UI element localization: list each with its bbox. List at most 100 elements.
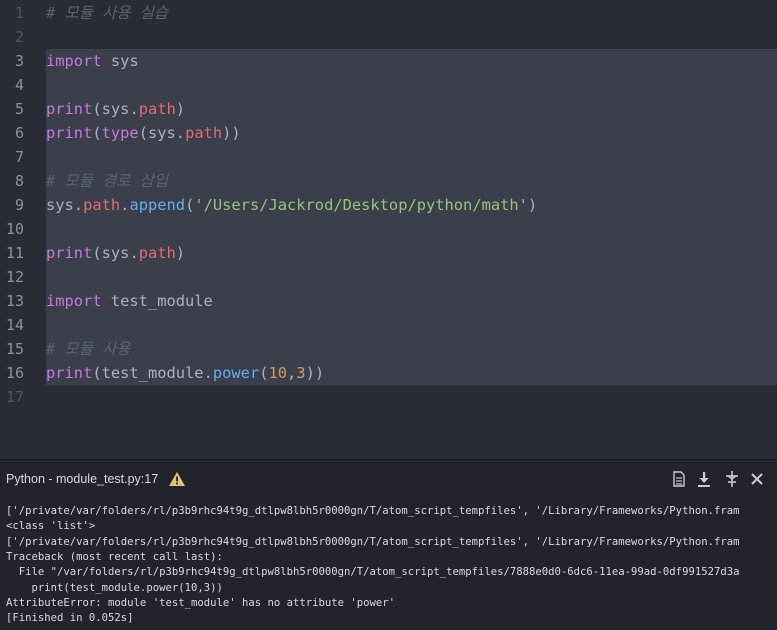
document-icon[interactable]	[670, 470, 688, 488]
code-text: # 모듈 경로 삽입	[46, 169, 168, 193]
code-text: print(type(sys.path))	[46, 121, 241, 145]
code-token: test_module	[101, 292, 213, 310]
code-token: sys	[46, 196, 74, 214]
code-token: append	[129, 196, 186, 214]
line-number: 3	[14, 52, 24, 70]
code-token: )	[527, 196, 538, 214]
line-number: 2	[14, 28, 24, 46]
code-token: )	[175, 100, 186, 118]
output-line: ['/private/var/folders/rl/p3b9rhc94t9g_d…	[6, 505, 740, 517]
code-token: (	[92, 364, 102, 382]
code-line[interactable]: 2	[0, 25, 777, 49]
code-token: sys	[101, 244, 130, 262]
line-number: 11	[5, 244, 24, 262]
code-text: import test_module	[46, 289, 213, 313]
code-token: import	[46, 52, 102, 70]
code-token: ))	[305, 364, 325, 382]
line-number: 12	[5, 268, 24, 286]
code-line[interactable]: 10	[0, 217, 777, 241]
code-token: (	[92, 100, 102, 118]
code-line[interactable]: 1 # 모듈 사용 실습	[0, 1, 777, 25]
code-line[interactable]: 14	[0, 313, 777, 337]
code-line[interactable]: 8 # 모듈 경로 삽입	[0, 169, 777, 193]
code-token: path	[138, 244, 176, 262]
code-token: # 모듈 경로 삽입	[46, 172, 169, 190]
code-line[interactable]: 17	[0, 385, 777, 409]
code-token: # 모듈 사용	[46, 340, 131, 358]
code-line[interactable]: 7	[0, 145, 777, 169]
line-number: 15	[5, 340, 24, 358]
code-line[interactable]: 6 print(type(sys.path))	[0, 121, 777, 145]
code-token: sys	[101, 100, 130, 118]
code-line[interactable]: 11 print(sys.path)	[0, 241, 777, 265]
code-line[interactable]: 12	[0, 265, 777, 289]
code-token: ,	[287, 364, 297, 382]
code-line[interactable]: 4	[0, 73, 777, 97]
code-line[interactable]: 15 # 모듈 사용	[0, 337, 777, 361]
code-text: # 모듈 사용 실습	[46, 1, 168, 25]
output-line: ['/private/var/folders/rl/p3b9rhc94t9g_d…	[6, 535, 740, 548]
script-output[interactable]: ['/private/var/folders/rl/p3b9rhc94t9g_d…	[0, 498, 777, 630]
line-number: 4	[14, 76, 24, 94]
warning-icon	[169, 472, 185, 486]
output-line: <class 'list'>	[6, 520, 96, 533]
code-token: print	[46, 100, 93, 118]
line-number: 7	[14, 148, 24, 166]
code-line[interactable]: 16 print(test_module.power(10,3))	[0, 361, 777, 385]
code-token: )	[175, 244, 186, 262]
code-line[interactable]: 9 sys.path.append('/Users/Jackrod/Desktop…	[0, 193, 777, 217]
close-icon[interactable]	[748, 470, 766, 488]
code-token: 10	[268, 364, 288, 382]
code-token: .	[203, 364, 213, 382]
pin-icon[interactable]	[723, 470, 741, 488]
code-token: path	[185, 124, 223, 142]
code-editor[interactable]: 1 # 모듈 사용 실습 2 3 import sys 4 5 print(sys.path)…	[0, 0, 777, 460]
code-token: (	[92, 124, 102, 142]
code-line[interactable]: 3 import sys	[0, 49, 777, 73]
code-token: (	[185, 196, 195, 214]
line-number: 1	[14, 4, 24, 22]
code-token: sys	[101, 52, 139, 70]
code-token: print	[46, 244, 93, 262]
code-token: type	[101, 124, 139, 142]
line-number: 16	[5, 364, 24, 382]
code-token: import	[46, 292, 102, 310]
code-line[interactable]: 13 import test_module	[0, 289, 777, 313]
code-line[interactable]: 5 print(sys.path)	[0, 97, 777, 121]
line-number: 14	[5, 316, 24, 334]
line-number: 13	[5, 292, 24, 310]
download-icon[interactable]	[695, 470, 713, 488]
code-token: .	[73, 196, 84, 214]
code-text: print(sys.path)	[46, 241, 185, 265]
output-line: File "/var/folders/rl/p3b9rhc94t9g_dtlpw…	[6, 566, 740, 579]
line-number: 17	[5, 388, 24, 406]
code-token: power	[212, 364, 260, 382]
output-line: [Finished in 0.052s]	[6, 612, 134, 625]
output-line: print(test_module.power(10,3))	[6, 581, 223, 594]
code-text: # 모듈 사용	[46, 337, 130, 361]
code-token: .	[175, 124, 186, 142]
code-token: ))	[222, 124, 241, 142]
line-number: 10	[5, 220, 24, 238]
code-token: test_module	[101, 364, 204, 382]
code-text: import sys	[46, 49, 139, 73]
code-token: path	[83, 196, 121, 214]
line-number: 9	[14, 196, 24, 214]
code-token: print	[46, 364, 93, 382]
code-text: print(sys.path)	[46, 97, 185, 121]
line-number: 6	[14, 124, 24, 142]
code-text: print(test_module.power(10,3))	[46, 361, 324, 385]
code-token: (	[92, 244, 102, 262]
line-number: 8	[14, 172, 24, 190]
code-token: .	[129, 244, 139, 262]
code-token: '/Users/Jackrod/Desktop/python/math'	[194, 196, 528, 214]
output-line: Traceback (most recent call last):	[6, 550, 223, 563]
code-token: # 모듈 사용 실습	[46, 4, 169, 22]
code-token: sys	[147, 124, 176, 142]
script-output-header: Python - module_test.py:17	[0, 460, 777, 498]
code-token: print	[46, 124, 93, 142]
code-token: path	[138, 100, 176, 118]
panel-title: Python - module_test.py:17	[6, 472, 159, 486]
code-token: (	[138, 124, 148, 142]
line-number: 5	[14, 100, 24, 118]
